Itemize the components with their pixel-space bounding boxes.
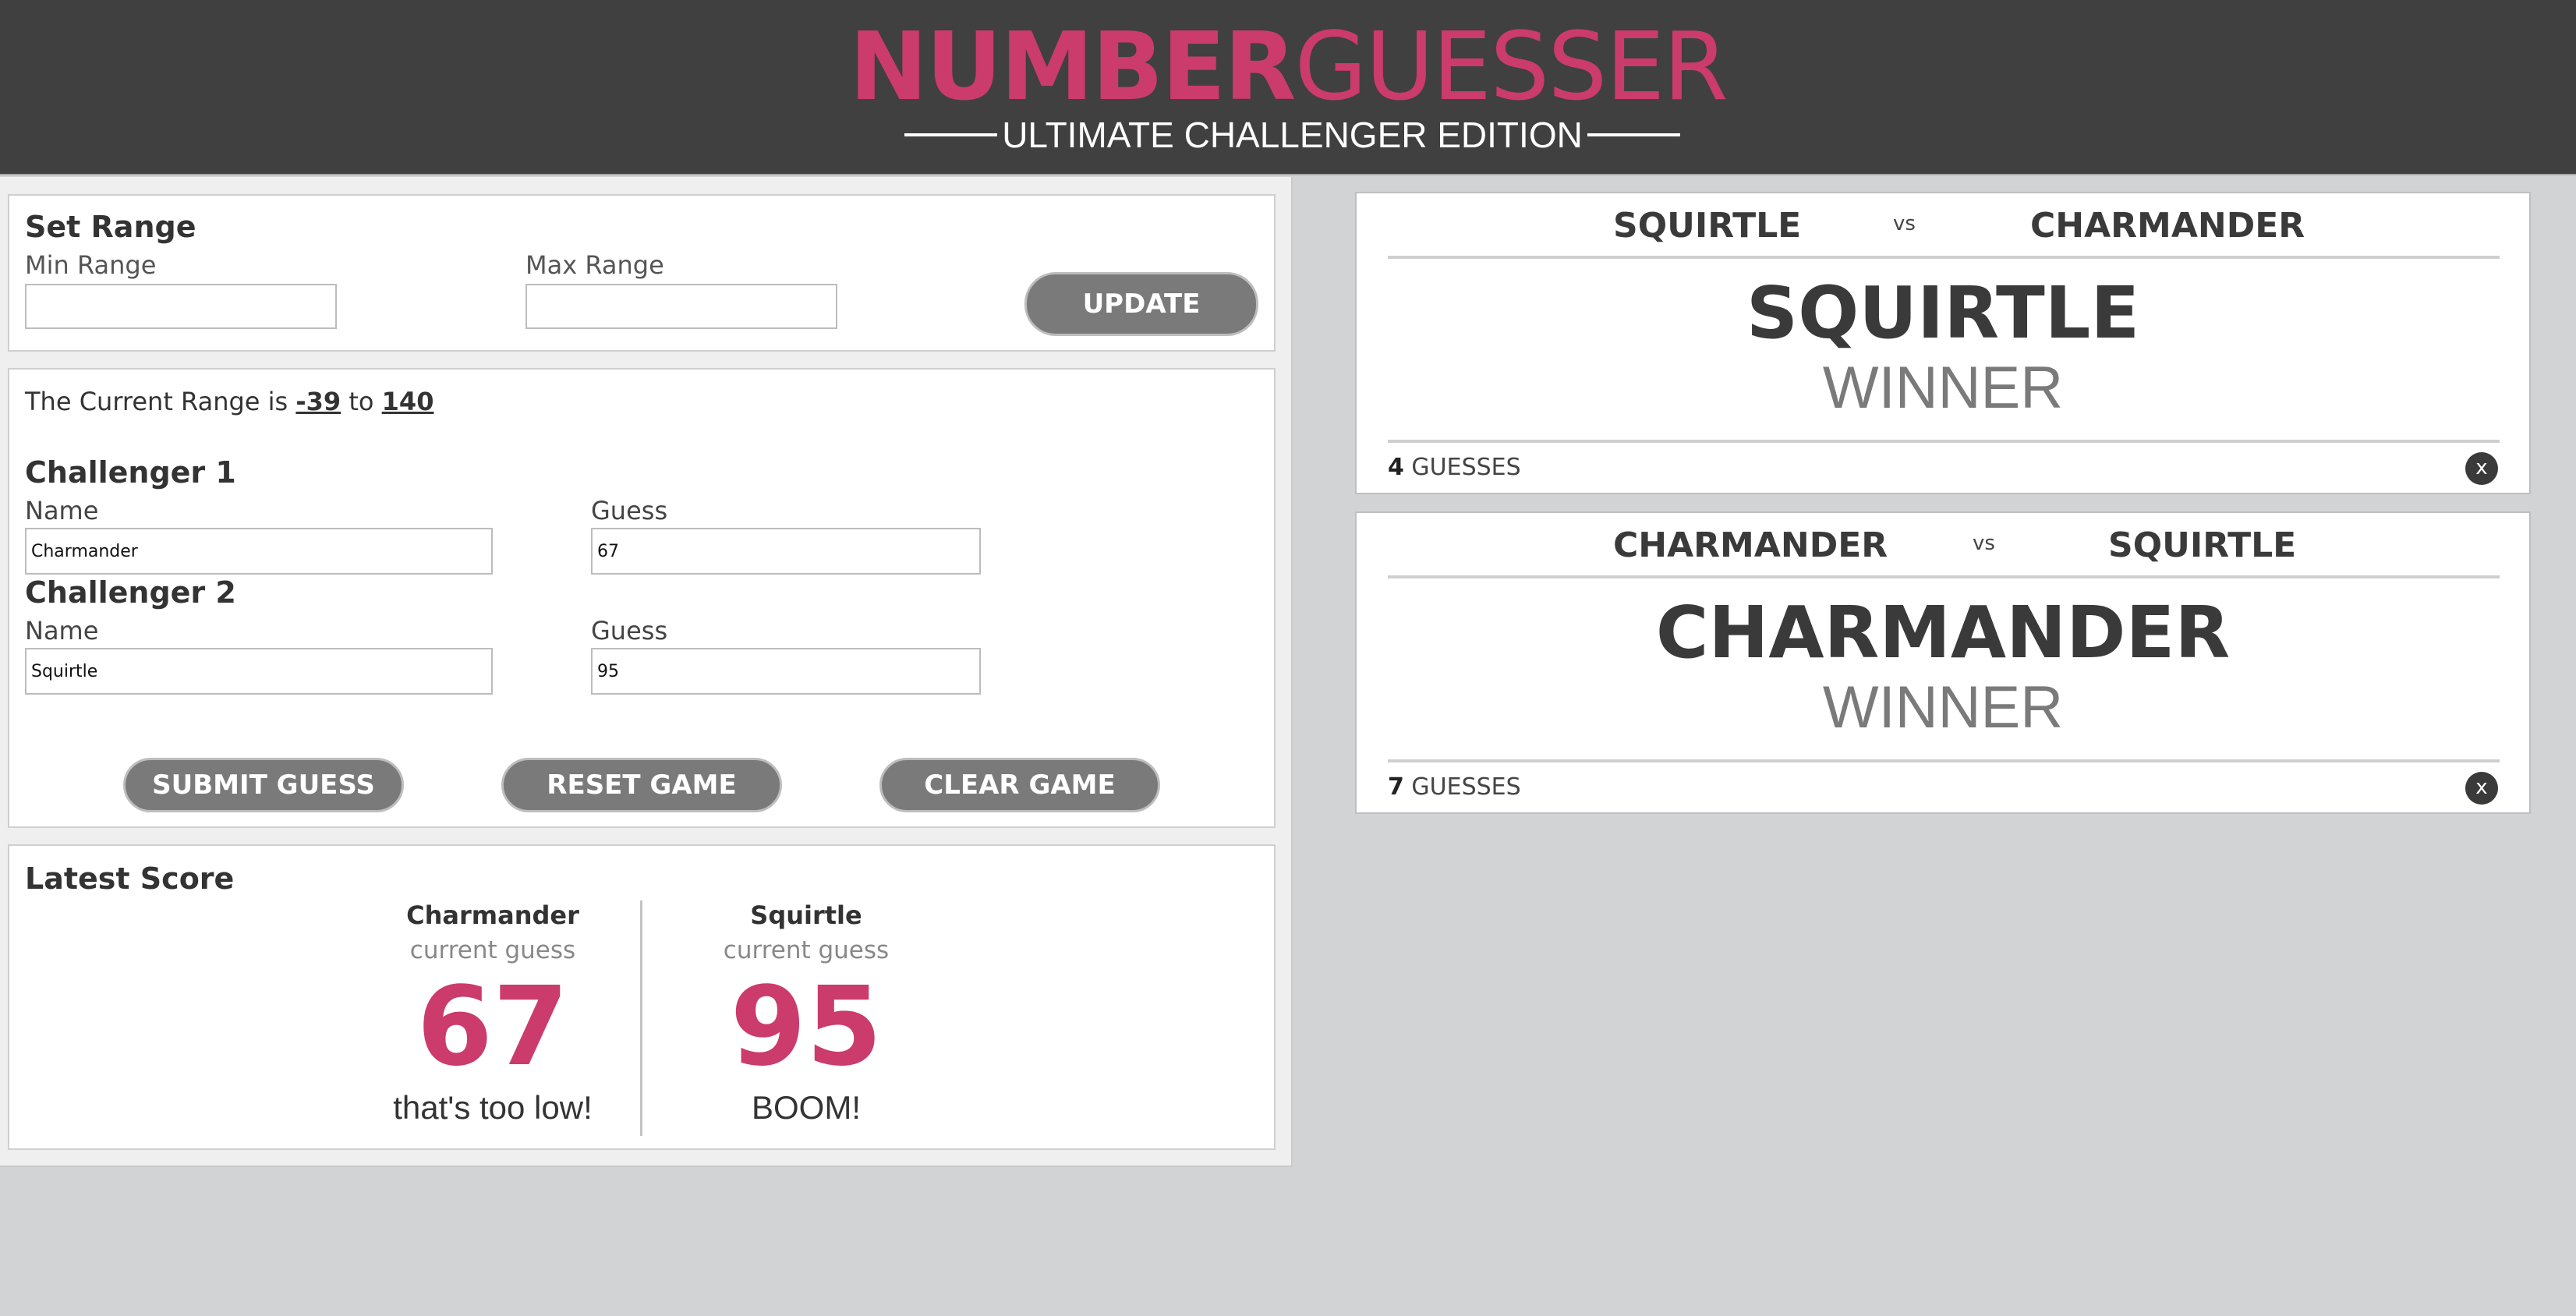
tagline: ULTIMATE CHALLENGER EDITION bbox=[904, 113, 1680, 157]
current-range-max: 140 bbox=[381, 387, 434, 416]
challengers-panel: The Current Range is -39 to 140 Challeng… bbox=[8, 368, 1276, 828]
result-card-player-2: CHARMANDER bbox=[2030, 206, 2305, 246]
challenger-2-name-input[interactable] bbox=[25, 648, 493, 695]
score-player-2-name: Squirtle bbox=[750, 900, 862, 930]
app-header: NUMBERGUESSER ULTIMATE CHALLENGER EDITIO… bbox=[0, 0, 2576, 175]
close-icon[interactable]: x bbox=[2465, 772, 2498, 805]
result-card-guess-number: 7 bbox=[1388, 773, 1404, 801]
result-card-guess-number: 4 bbox=[1388, 454, 1404, 481]
tagline-text: ULTIMATE CHALLENGER EDITION bbox=[1002, 115, 1583, 155]
score-player-2: Squirtle current guess 95 BOOM! bbox=[650, 900, 962, 1127]
latest-score-title: Latest Score bbox=[25, 861, 235, 896]
min-range-label: Min Range bbox=[25, 250, 157, 280]
score-player-1: Charmander current guess 67 that's too l… bbox=[337, 900, 649, 1127]
result-card-divider-bottom bbox=[1388, 759, 2500, 762]
max-range-label: Max Range bbox=[525, 250, 664, 280]
max-range-input[interactable] bbox=[525, 284, 837, 329]
score-player-2-message: BOOM! bbox=[751, 1089, 861, 1126]
current-range-text: The Current Range is -39 to 140 bbox=[25, 387, 433, 416]
close-icon[interactable]: x bbox=[2465, 452, 2498, 485]
tagline-rule-left bbox=[904, 133, 998, 136]
result-card-divider-top bbox=[1388, 575, 2500, 578]
result-card-winner-label: WINNER bbox=[1822, 355, 2064, 421]
result-card-divider-top bbox=[1388, 256, 2500, 259]
challenger-1-title: Challenger 1 bbox=[25, 455, 236, 490]
result-card-guess-count: 7 GUESSES bbox=[1388, 773, 1521, 801]
clear-game-button[interactable]: CLEAR GAME bbox=[879, 758, 1160, 812]
result-card: CHARMANDER vs SQUIRTLE CHARMANDER WINNER… bbox=[1355, 511, 2531, 814]
challenger-2-name-label: Name bbox=[25, 616, 99, 646]
result-card-vs: vs bbox=[1893, 212, 1916, 235]
result-card-player-1: SQUIRTLE bbox=[1613, 206, 1802, 246]
score-player-1-guess: 67 bbox=[416, 964, 569, 1091]
result-card-vs: vs bbox=[1973, 532, 1995, 555]
app-logo: NUMBERGUESSER bbox=[0, 17, 2576, 119]
score-player-1-sub: current guess bbox=[409, 936, 576, 964]
current-range-min: -39 bbox=[295, 387, 341, 416]
set-range-title: Set Range bbox=[25, 210, 196, 244]
result-card-winner-name: SQUIRTLE bbox=[1746, 271, 2140, 355]
reset-game-button[interactable]: RESET GAME bbox=[501, 758, 782, 812]
update-button[interactable]: UPDATE bbox=[1024, 272, 1258, 336]
min-range-input[interactable] bbox=[25, 284, 337, 329]
left-column: Set Range Min Range Max Range UPDATE The… bbox=[0, 177, 1293, 1167]
result-card-player-2: SQUIRTLE bbox=[2108, 525, 2297, 565]
current-range-prefix: The Current Range is bbox=[25, 387, 296, 416]
result-card-guess-suffix: GUESSES bbox=[1403, 773, 1521, 801]
result-card-player-1: CHARMANDER bbox=[1613, 525, 1888, 565]
current-range-to: to bbox=[341, 387, 382, 416]
challenger-1-name-input[interactable] bbox=[25, 528, 493, 575]
challenger-2-guess-label: Guess bbox=[591, 616, 668, 646]
score-player-1-message: that's too low! bbox=[393, 1089, 593, 1126]
challenger-1-name-label: Name bbox=[25, 496, 99, 525]
latest-score-panel: Latest Score Charmander current guess 67… bbox=[8, 844, 1276, 1150]
logo-number: NUMBER bbox=[849, 13, 1296, 122]
result-card: SQUIRTLE vs CHARMANDER SQUIRTLE WINNER 4… bbox=[1355, 192, 2531, 494]
set-range-panel: Set Range Min Range Max Range UPDATE bbox=[8, 194, 1276, 352]
result-card-winner-label: WINNER bbox=[1822, 674, 2064, 741]
challenger-1-guess-input[interactable] bbox=[591, 528, 981, 575]
logo-guesser: GUESSER bbox=[1294, 13, 1728, 122]
result-card-divider-bottom bbox=[1388, 440, 2500, 443]
result-card-guess-suffix: GUESSES bbox=[1403, 454, 1521, 481]
score-divider bbox=[640, 900, 642, 1136]
submit-guess-button[interactable]: SUBMIT GUESS bbox=[123, 758, 404, 812]
score-player-2-guess: 95 bbox=[730, 964, 883, 1091]
result-card-guess-count: 4 GUESSES bbox=[1388, 454, 1521, 481]
result-card-winner-name: CHARMANDER bbox=[1655, 591, 2231, 674]
challenger-2-title: Challenger 2 bbox=[25, 575, 236, 610]
challenger-1-guess-label: Guess bbox=[591, 496, 668, 525]
score-player-1-name: Charmander bbox=[406, 900, 579, 930]
challenger-2-guess-input[interactable] bbox=[591, 648, 981, 695]
tagline-rule-right bbox=[1587, 133, 1680, 136]
score-player-2-sub: current guess bbox=[723, 936, 890, 964]
